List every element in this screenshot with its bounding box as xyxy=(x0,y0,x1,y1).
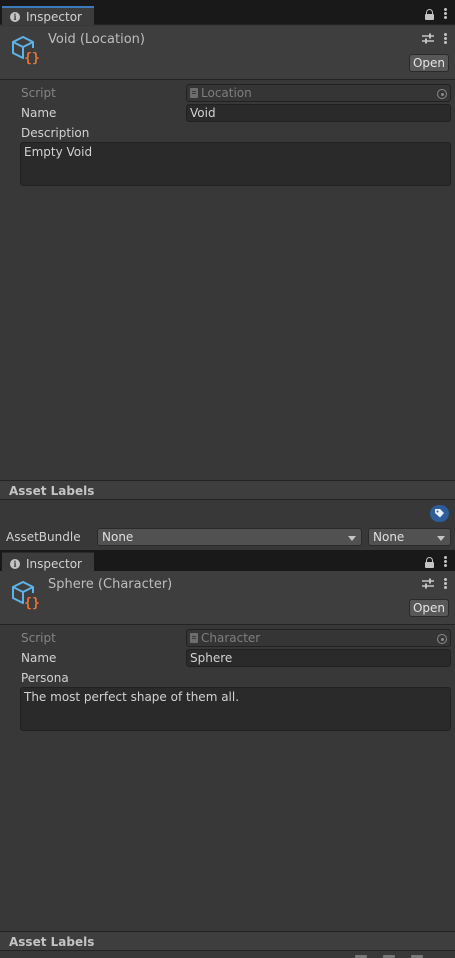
tag-icon[interactable] xyxy=(430,505,449,522)
asset-labels-header[interactable]: Asset Labels xyxy=(0,931,455,951)
asset-labels-title: Asset Labels xyxy=(9,935,95,949)
asset-bundle-value: None xyxy=(102,530,134,544)
name-label: Name xyxy=(21,106,57,120)
kebab-menu-icon[interactable] xyxy=(444,8,447,19)
inspector-panel-location: i Inspector {} Void (Location) Open Scri… xyxy=(0,0,455,550)
kebab-menu-icon[interactable] xyxy=(444,578,447,589)
object-picker-icon[interactable] xyxy=(437,634,447,644)
description-label: Description xyxy=(21,126,90,140)
scriptable-object-icon: {} xyxy=(12,35,40,66)
description-row: Description xyxy=(0,123,455,143)
object-picker-icon[interactable] xyxy=(437,89,447,99)
object-header: {} Sphere (Character) Open xyxy=(0,571,455,625)
svg-text:{}: {} xyxy=(24,51,40,66)
asset-bundle-label: AssetBundle xyxy=(6,530,81,544)
name-field[interactable]: Sphere xyxy=(186,649,451,667)
tab-tools xyxy=(425,556,447,568)
script-field[interactable]: Location xyxy=(186,84,451,102)
open-button[interactable]: Open xyxy=(409,54,449,72)
asset-variant-value: None xyxy=(373,530,405,544)
lock-icon[interactable] xyxy=(425,556,434,568)
lock-icon[interactable] xyxy=(425,8,434,20)
script-value: Character xyxy=(201,631,261,645)
kebab-menu-icon[interactable] xyxy=(444,33,447,44)
chevron-down-icon xyxy=(348,536,356,541)
asset-bundle-row: AssetBundle None None xyxy=(0,527,455,547)
object-title: Void (Location) xyxy=(48,32,145,47)
info-icon: i xyxy=(10,11,20,22)
persona-label: Persona xyxy=(21,671,69,685)
bottom-status-icons xyxy=(345,954,455,958)
asset-bundle-dropdown[interactable]: None xyxy=(97,528,362,546)
name-row: Name Sphere xyxy=(0,648,455,668)
script-icon xyxy=(190,88,198,98)
script-row: Script Character xyxy=(0,628,455,648)
chevron-down-icon xyxy=(437,536,445,541)
script-row: Script Location xyxy=(0,83,455,103)
object-title: Sphere (Character) xyxy=(48,577,173,592)
asset-labels-title: Asset Labels xyxy=(9,484,95,498)
open-button[interactable]: Open xyxy=(409,599,449,617)
settings-sliders-icon[interactable] xyxy=(422,33,434,44)
persona-field[interactable]: The most perfect shape of them all. xyxy=(20,687,451,731)
script-value: Location xyxy=(201,86,252,100)
object-header: {} Void (Location) Open xyxy=(0,26,455,80)
tab-bar: i Inspector xyxy=(0,0,455,25)
header-tools xyxy=(422,578,447,589)
asset-variant-dropdown[interactable]: None xyxy=(368,528,451,546)
settings-sliders-icon[interactable] xyxy=(422,578,434,589)
name-label: Name xyxy=(21,651,57,665)
svg-text:{}: {} xyxy=(24,596,40,611)
asset-labels-header[interactable]: Asset Labels xyxy=(0,480,455,500)
script-icon xyxy=(190,633,198,643)
script-label: Script xyxy=(21,631,56,645)
header-tools xyxy=(422,33,447,44)
tab-label: Inspector xyxy=(26,9,82,24)
script-label: Script xyxy=(21,86,56,100)
description-field[interactable]: Empty Void xyxy=(20,142,451,186)
tab-inspector[interactable]: i Inspector xyxy=(2,6,94,25)
name-row: Name Void xyxy=(0,103,455,123)
kebab-menu-icon[interactable] xyxy=(444,556,447,567)
tab-tools xyxy=(425,8,447,20)
inspector-panel-character: i Inspector {} Sphere (Character) Open S… xyxy=(0,551,455,958)
scriptable-object-icon: {} xyxy=(12,580,40,611)
script-field[interactable]: Character xyxy=(186,629,451,647)
info-icon: i xyxy=(10,558,20,569)
persona-row: Persona xyxy=(0,668,455,688)
tab-label: Inspector xyxy=(26,556,82,571)
name-field[interactable]: Void xyxy=(186,104,451,122)
